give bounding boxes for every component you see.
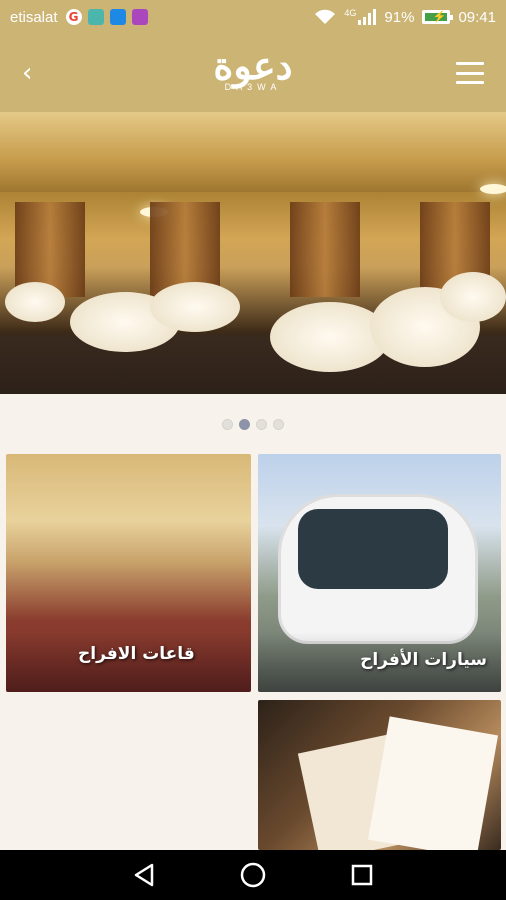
back-triangle-icon[interactable] [129, 860, 159, 890]
google-icon: G [65, 9, 82, 25]
battery-icon: ⚡ [422, 10, 454, 24]
tile-wedding-halls[interactable]: قاعات الافراح [6, 454, 251, 692]
carousel-indicator [0, 419, 506, 430]
carrier-name: etisalat [10, 8, 58, 26]
signal-icon [358, 9, 377, 25]
home-circle-icon[interactable] [238, 860, 268, 890]
app-logo: دعوة DA3WA [213, 43, 293, 93]
battery-percent: 91% [384, 8, 415, 26]
chevron-left-icon[interactable]: ‹ [22, 58, 32, 88]
bluetooth-app-icon [109, 9, 126, 25]
wifi-icon [315, 9, 336, 24]
system-nav-bar [0, 850, 506, 900]
curtain [290, 202, 360, 297]
tile-invitations[interactable] [258, 700, 501, 850]
logo-arabic: دعوة [213, 43, 293, 88]
tile-wedding-cars[interactable]: سيارات الأفراح [258, 454, 501, 692]
gallery-app-icon [131, 9, 148, 25]
clock: 09:41 [458, 8, 496, 26]
banner-carousel-image[interactable] [0, 112, 506, 394]
app-header: ‹ دعوة DA3WA [0, 34, 506, 112]
banquet-table [5, 282, 65, 322]
notification-icons: G [65, 9, 148, 25]
charging-bolt-icon: ⚡ [432, 11, 447, 23]
hamburger-menu-icon[interactable] [456, 62, 484, 84]
tile-label: سيارات الأفراح [360, 650, 487, 670]
carousel-dot[interactable] [239, 419, 250, 430]
invitation-card [367, 716, 499, 850]
network-type: 4G [344, 8, 357, 18]
tile-label: قاعات الافراح [78, 644, 195, 664]
hall-ceiling [0, 112, 506, 192]
carousel-dot[interactable] [222, 419, 233, 430]
status-bar: etisalat G 4G 91% ⚡ 09:41 [0, 0, 506, 34]
chandelier [480, 184, 506, 194]
recents-square-icon[interactable] [347, 860, 377, 890]
banquet-table [440, 272, 506, 322]
carousel-dot[interactable] [273, 419, 284, 430]
car-windows [298, 509, 448, 589]
carousel-dot[interactable] [256, 419, 267, 430]
logo-english: DA3WA [224, 82, 282, 92]
app-notification-icon [87, 9, 104, 25]
banquet-table [150, 282, 240, 332]
